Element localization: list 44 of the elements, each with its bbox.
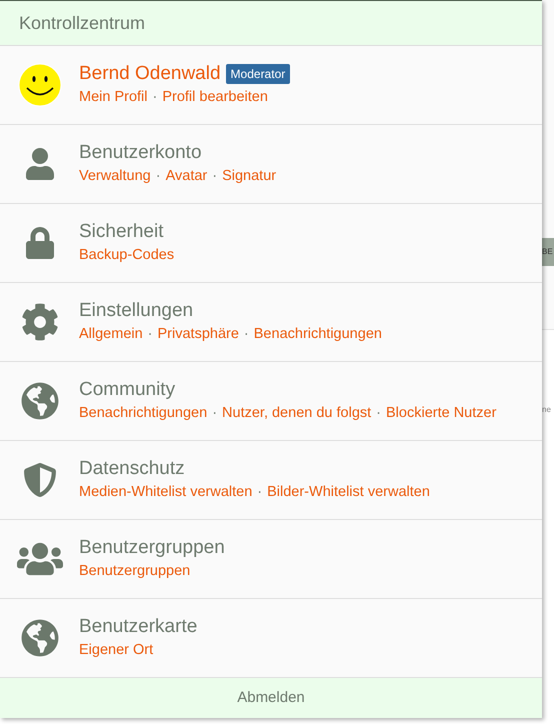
menu-link[interactable]: Allgemein [79, 324, 143, 346]
menu-link[interactable]: Blockierte Nutzer [386, 403, 496, 425]
user-name-link[interactable]: Bernd Odenwald [79, 61, 221, 88]
menu-link[interactable]: Backup-Codes [79, 245, 174, 267]
background-text: BE [542, 248, 553, 256]
globe-icon [20, 619, 58, 657]
menu-link[interactable]: Eigener Ort [79, 640, 154, 662]
smiley-icon [18, 63, 62, 107]
separator-dot: · [211, 167, 218, 186]
section-title: Sicherheit [79, 220, 164, 244]
menu-link[interactable]: Benutzergruppen [79, 561, 190, 583]
separator-dot: · [146, 325, 154, 344]
menu-link[interactable]: Avatar [166, 166, 208, 188]
menu-link[interactable]: Benachrichtigungen [79, 403, 208, 425]
menu-link[interactable]: Mein Profil [79, 87, 148, 109]
separator-dot: · [154, 167, 162, 186]
settings-icon [20, 303, 58, 341]
globe-icon [20, 382, 58, 420]
panel-title: Kontrollzentrum [19, 12, 146, 34]
section-title: Community [79, 378, 176, 402]
menu-link[interactable]: Medien-Whitelist verwalten [79, 482, 252, 504]
role-badge: Moderator [226, 64, 290, 84]
section-title: Datenschutz [79, 457, 185, 482]
background-text: ne [542, 406, 552, 414]
menu-link[interactable]: Bilder-Whitelist verwalten [267, 482, 430, 504]
separator-dot: · [375, 404, 382, 424]
section-title: Benutzergruppen [79, 536, 225, 560]
menu-link[interactable]: Privatsphäre [158, 324, 239, 346]
user-icon [24, 148, 56, 180]
separator-dot: · [256, 483, 264, 502]
separator-dot: · [242, 325, 250, 344]
menu-link[interactable]: Signatur [222, 166, 276, 188]
separator-dot: · [152, 88, 158, 108]
logout-button[interactable]: Abmelden [0, 678, 542, 718]
menu-link[interactable]: Profil bearbeiten [162, 87, 268, 109]
section-title: Benutzerkonto [79, 141, 202, 166]
shield-icon [22, 463, 56, 497]
separator-dot: · [211, 404, 218, 424]
section-title: Einstellungen [79, 299, 194, 324]
menu-link[interactable]: Benachrichtigungen [254, 324, 382, 346]
menu-link[interactable]: Nutzer, denen du folgst [222, 403, 372, 425]
menu-link[interactable]: Verwaltung [79, 166, 151, 188]
padlock-icon [24, 227, 56, 259]
section-title: Benutzerkarte [79, 615, 198, 640]
